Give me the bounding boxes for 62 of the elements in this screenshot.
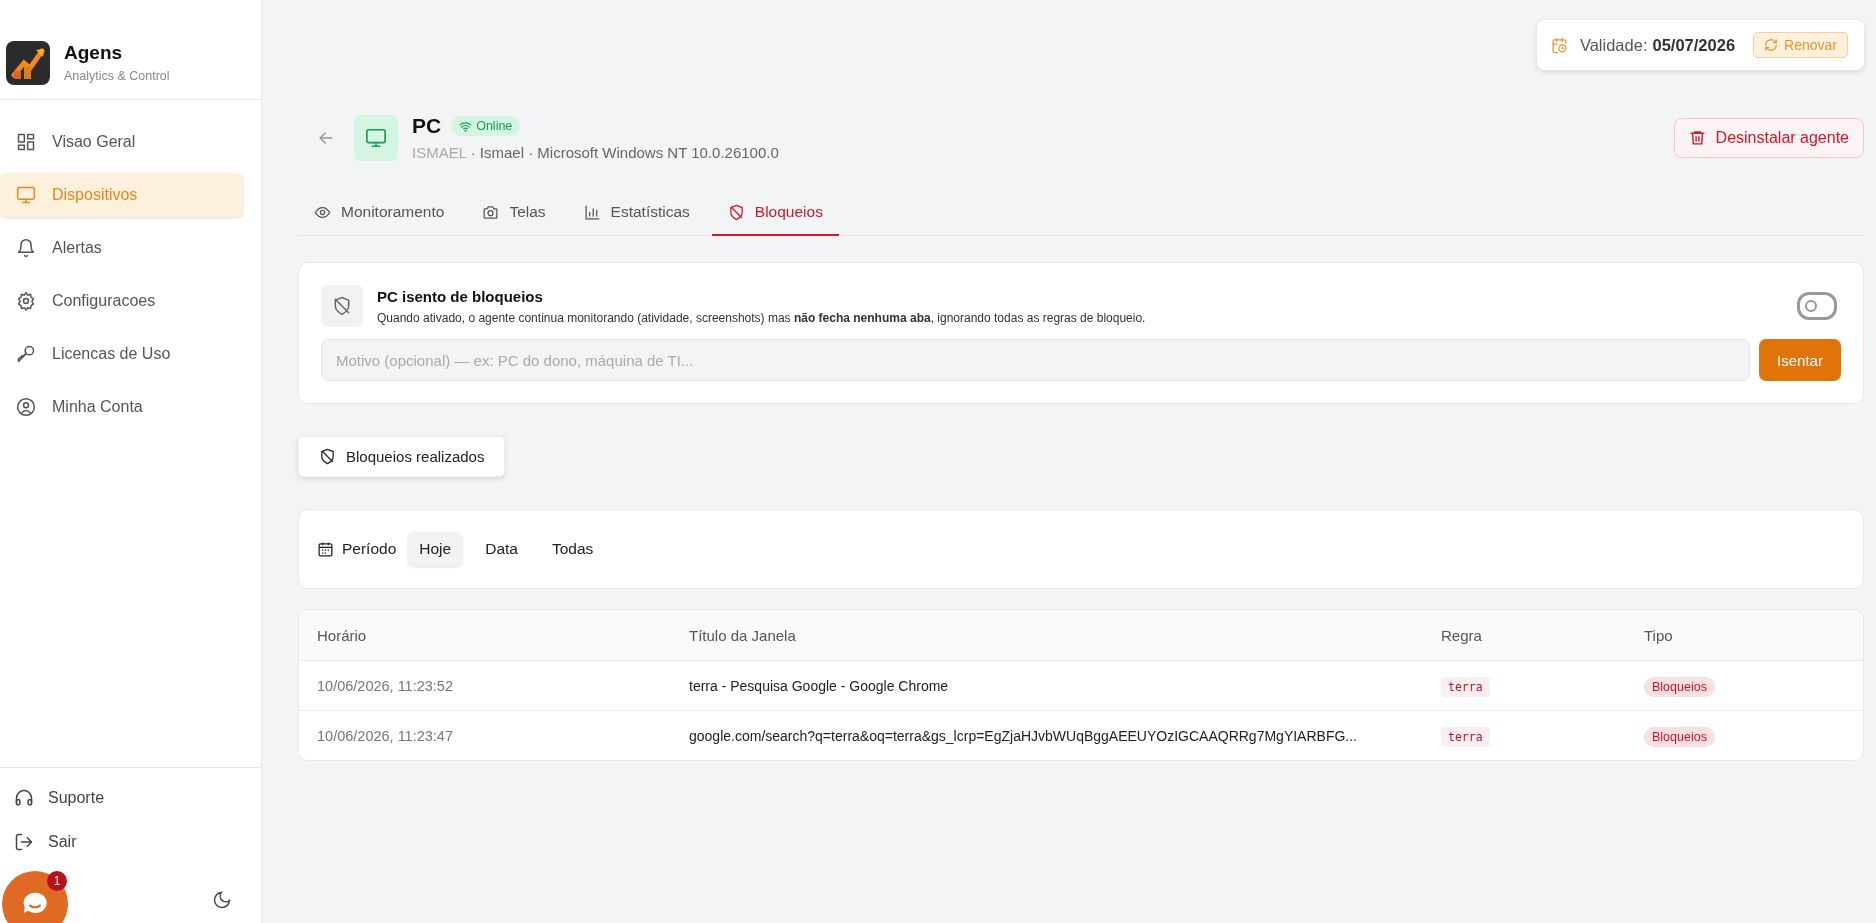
blocks-done-button[interactable]: Bloqueios realizados [298,436,506,477]
grid-icon [16,132,36,152]
notification-badge: 1 [47,871,67,891]
table-cell-text: 10/06/2026, 11:23:52 [317,677,454,694]
device-details: ISMAEL · Ismael · Microsoft Windows NT 10.0.26100.0 [412,144,779,161]
key-icon [16,344,36,364]
exemption-description: Quando ativado, o agente continua monitorando (atividade, screenshots) mas não fecha nenhuma aba, ignorando todas as regras de bloqueio. [377,310,1146,325]
moon-icon[interactable] [212,890,232,910]
chat-button[interactable] [2,871,68,923]
logout-icon [14,832,34,852]
validity-label: Validade: [1579,35,1648,55]
validity-date: 05/07/2026 [1652,35,1736,55]
column-header: Regra [1441,626,1483,644]
sidebar-item[interactable]: Configuracoes [0,279,261,323]
column-header: Tipo [1644,626,1674,644]
monitor-icon [16,185,36,205]
device-name: PC [412,114,442,138]
uninstall-button[interactable]: Desinstalar agente [1673,117,1864,158]
sidebar-footer-item[interactable]: Sair [14,832,247,852]
table-cell-text: 10/06/2026, 11:23:47 [317,727,454,744]
column-header: Título da Janela [689,626,797,644]
brand-tagline: Analytics & Control [64,69,170,83]
calendar-clock-icon [1550,36,1568,54]
period-option[interactable]: Hoje [408,532,463,566]
reason-input-field[interactable]: Motivo (opcional) — ex: PC do dono, máquina de TI... [321,339,1750,381]
bell-icon [16,238,36,258]
rule-tag: terra [1441,676,1490,697]
toggle-switch[interactable] [1797,292,1837,320]
refresh-icon [1764,38,1779,52]
rule-tag: terra [1441,726,1490,747]
sidebar-item[interactable]: Minha Conta [0,385,261,429]
headphones-icon [14,788,34,808]
logo-icon [6,40,50,85]
shield-off-icon [321,285,363,327]
user-circle-icon [16,397,36,417]
column-header: Horário [317,626,368,644]
calendar-icon [317,540,334,558]
shield-off-icon [727,203,745,221]
sidebar-item[interactable]: Visao Geral [0,120,261,164]
brand-name: Agens [64,42,124,64]
type-badge: Bloqueios [1644,726,1715,747]
device-avatar [354,114,398,161]
shield-off-icon [319,448,336,465]
bar-chart-icon [583,203,601,221]
period-label: Período [342,540,397,558]
tab[interactable]: Monitoramento [314,191,461,236]
tab[interactable]: Bloqueios [711,191,839,236]
gear-icon [16,291,36,311]
exemption-title: PC isento de bloqueios [377,287,544,305]
type-badge: Bloqueios [1644,676,1715,697]
tab[interactable]: Estatísticas [567,191,706,236]
period-option[interactable]: Todas [540,532,605,566]
camera-icon [482,203,500,221]
table-cell-text: google.com/search?q=terra&oq=terra&gs_lcrp=EgZjaHJvbWUqBggAEEUYOzIGCAAQRRg7MgYIARBFG... [689,727,1358,744]
status-badge: Online [451,116,521,136]
sidebar-footer-item[interactable]: Suporte [14,788,247,808]
tab[interactable]: Telas [466,191,562,236]
table-cell-text: terra - Pesquisa Google - Google Chrome [689,677,950,694]
sidebar-item[interactable]: Licencas de Uso [0,332,261,376]
period-option[interactable]: Data [474,532,529,566]
sidebar-item[interactable]: Alertas [0,226,261,270]
trash-icon [1688,129,1706,146]
